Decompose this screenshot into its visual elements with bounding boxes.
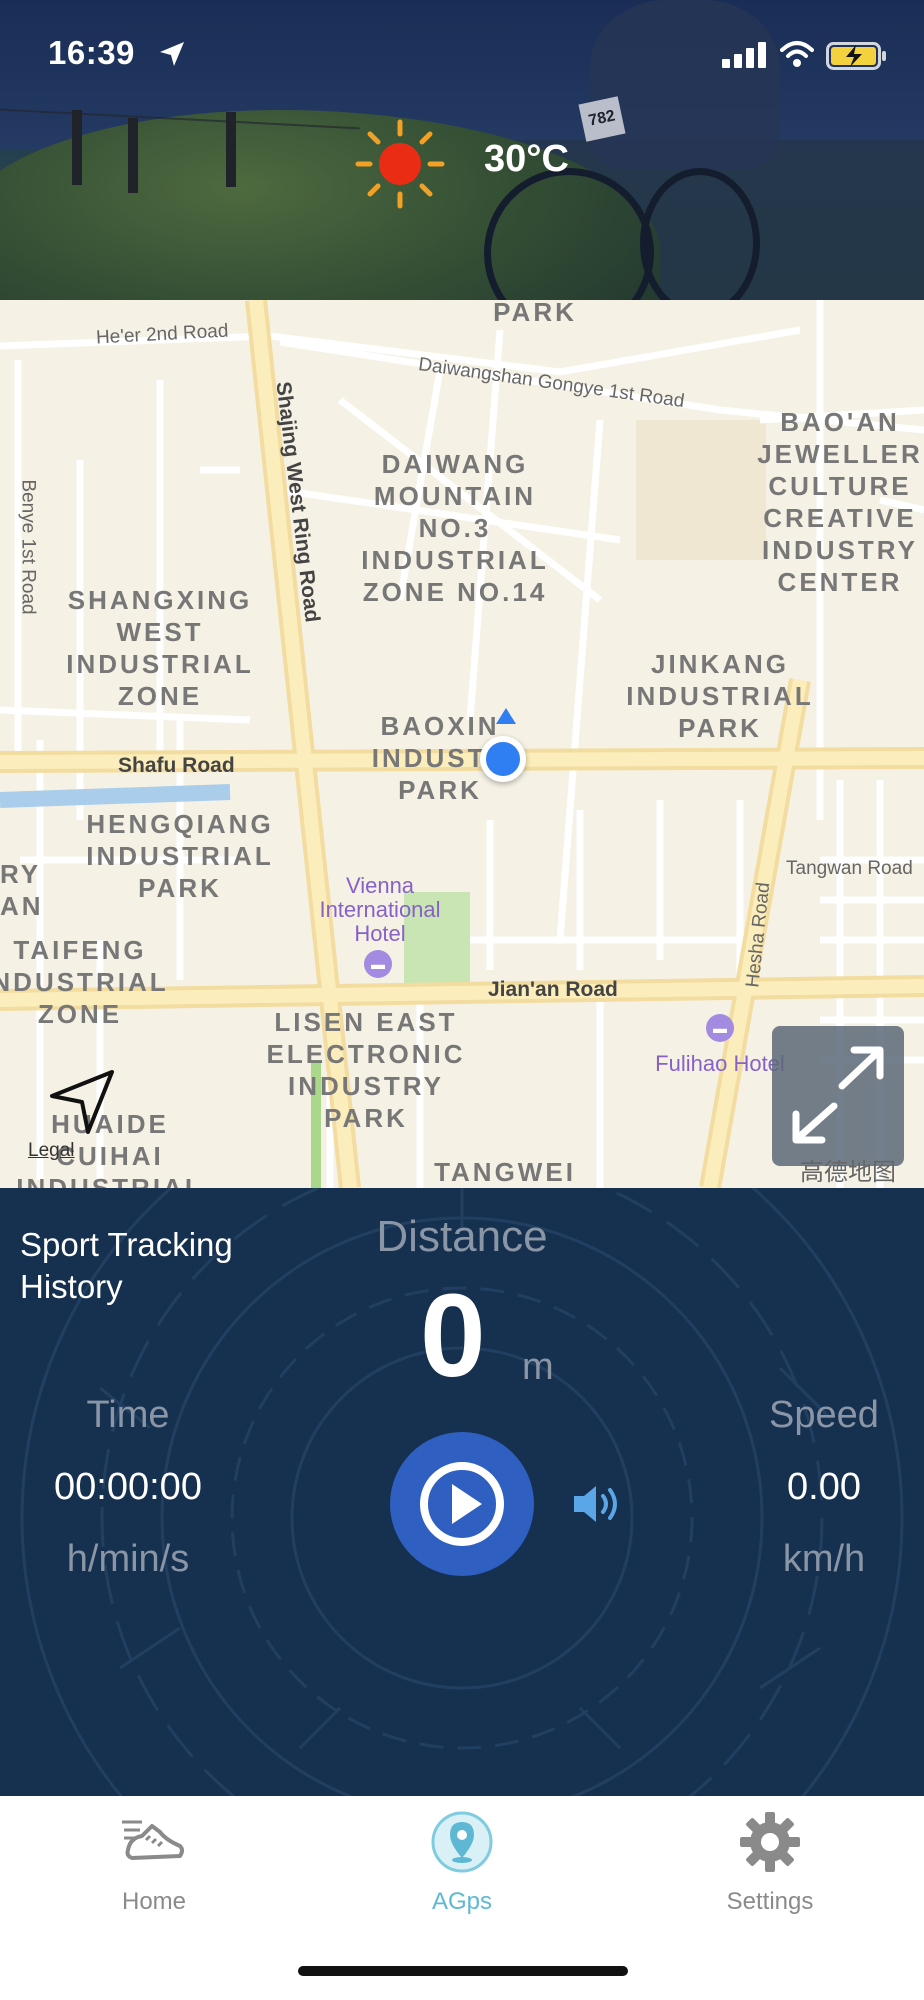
map-view[interactable]: PARK DAIWANG MOUNTAIN NO.3 INDUSTRIAL ZO… <box>0 300 924 1188</box>
map-area-label: TANGWEI <box>434 1157 576 1187</box>
wifi-icon <box>780 41 814 67</box>
map-provider-logo: 高德地图 <box>800 1159 896 1186</box>
status-time: 16:39 <box>48 34 135 71</box>
tab-agps[interactable]: AGps <box>362 1810 562 1930</box>
temperature: 30°C <box>484 138 569 180</box>
time-unit: h/min/s <box>66 1538 190 1580</box>
road-label: Benye 1st Road <box>17 479 39 615</box>
map-legal-link[interactable]: Legal <box>28 1140 75 1162</box>
time-label: Time <box>86 1394 170 1436</box>
hotel-icon[interactable]: ▬ <box>706 1014 734 1042</box>
home-indicator[interactable] <box>298 1966 628 1976</box>
user-location-marker <box>480 736 526 782</box>
distance-label: Distance <box>376 1212 548 1261</box>
distance-value: 0 <box>420 1270 486 1402</box>
speed-unit: km/h <box>782 1538 866 1580</box>
play-icon <box>420 1462 504 1546</box>
sun-icon <box>355 119 445 209</box>
gear-icon <box>740 1812 800 1872</box>
poi-label-vienna-hotel[interactable]: Vienna International Hotel <box>290 874 470 946</box>
map-expand-button[interactable] <box>772 1026 904 1166</box>
heading-indicator-icon <box>496 708 516 724</box>
map-area-label: LISEN EAST ELECTRONIC INDUSTRY PARK <box>266 1007 466 1133</box>
map-area-label: TAIFENG NDUSTRIAL ZONE <box>0 935 169 1029</box>
running-shoe-icon <box>122 1820 184 1860</box>
cellular-signal-icon <box>722 42 766 68</box>
map-area-label: RY AN <box>0 859 44 921</box>
location-arrow-icon <box>160 42 184 66</box>
tab-home[interactable]: Home <box>54 1810 254 1930</box>
map-area-label: PARK <box>493 300 577 327</box>
map-area-label: SHANGXING WEST INDUSTRIAL ZONE <box>66 585 254 711</box>
tab-home-label: Home <box>121 1888 187 1915</box>
road-label: Jian'an Road <box>488 978 618 1001</box>
expand-arrows-icon <box>792 1046 884 1144</box>
road-label: Shafu Road <box>118 754 235 777</box>
battery-charging-icon <box>826 42 886 70</box>
map-area-label: JINKANG INDUSTRIAL PARK <box>626 649 814 743</box>
header-banner: 782 16:39 30°C <box>0 0 924 300</box>
map-area-label: DAIWANG MOUNTAIN NO.3 INDUSTRIAL ZONE NO… <box>361 449 549 607</box>
time-value: 00:00:00 <box>54 1466 202 1508</box>
tab-settings-label: Settings <box>726 1888 814 1915</box>
speed-value: 0.00 <box>787 1466 861 1508</box>
current-location-icon[interactable] <box>48 1068 116 1136</box>
tab-settings[interactable]: Settings <box>670 1810 870 1930</box>
tab-agps-label: AGps <box>431 1888 493 1915</box>
volume-icon[interactable] <box>570 1480 626 1528</box>
tracking-panel: Sport Tracking History Distance 0 m Time… <box>0 1188 924 1796</box>
map-area-label: HENGQIANG INDUSTRIAL PARK <box>86 809 274 903</box>
start-tracking-button[interactable] <box>390 1432 534 1576</box>
map-area-label: BAO'AN JEWELLER CULTURE CREATIVE INDUSTR… <box>757 407 923 597</box>
map-pin-icon <box>431 1811 493 1873</box>
distance-unit: m <box>522 1346 554 1388</box>
hotel-icon[interactable]: ▬ <box>364 950 392 978</box>
speed-label: Speed <box>769 1394 879 1436</box>
road-label: Tangwan Road <box>786 858 913 879</box>
